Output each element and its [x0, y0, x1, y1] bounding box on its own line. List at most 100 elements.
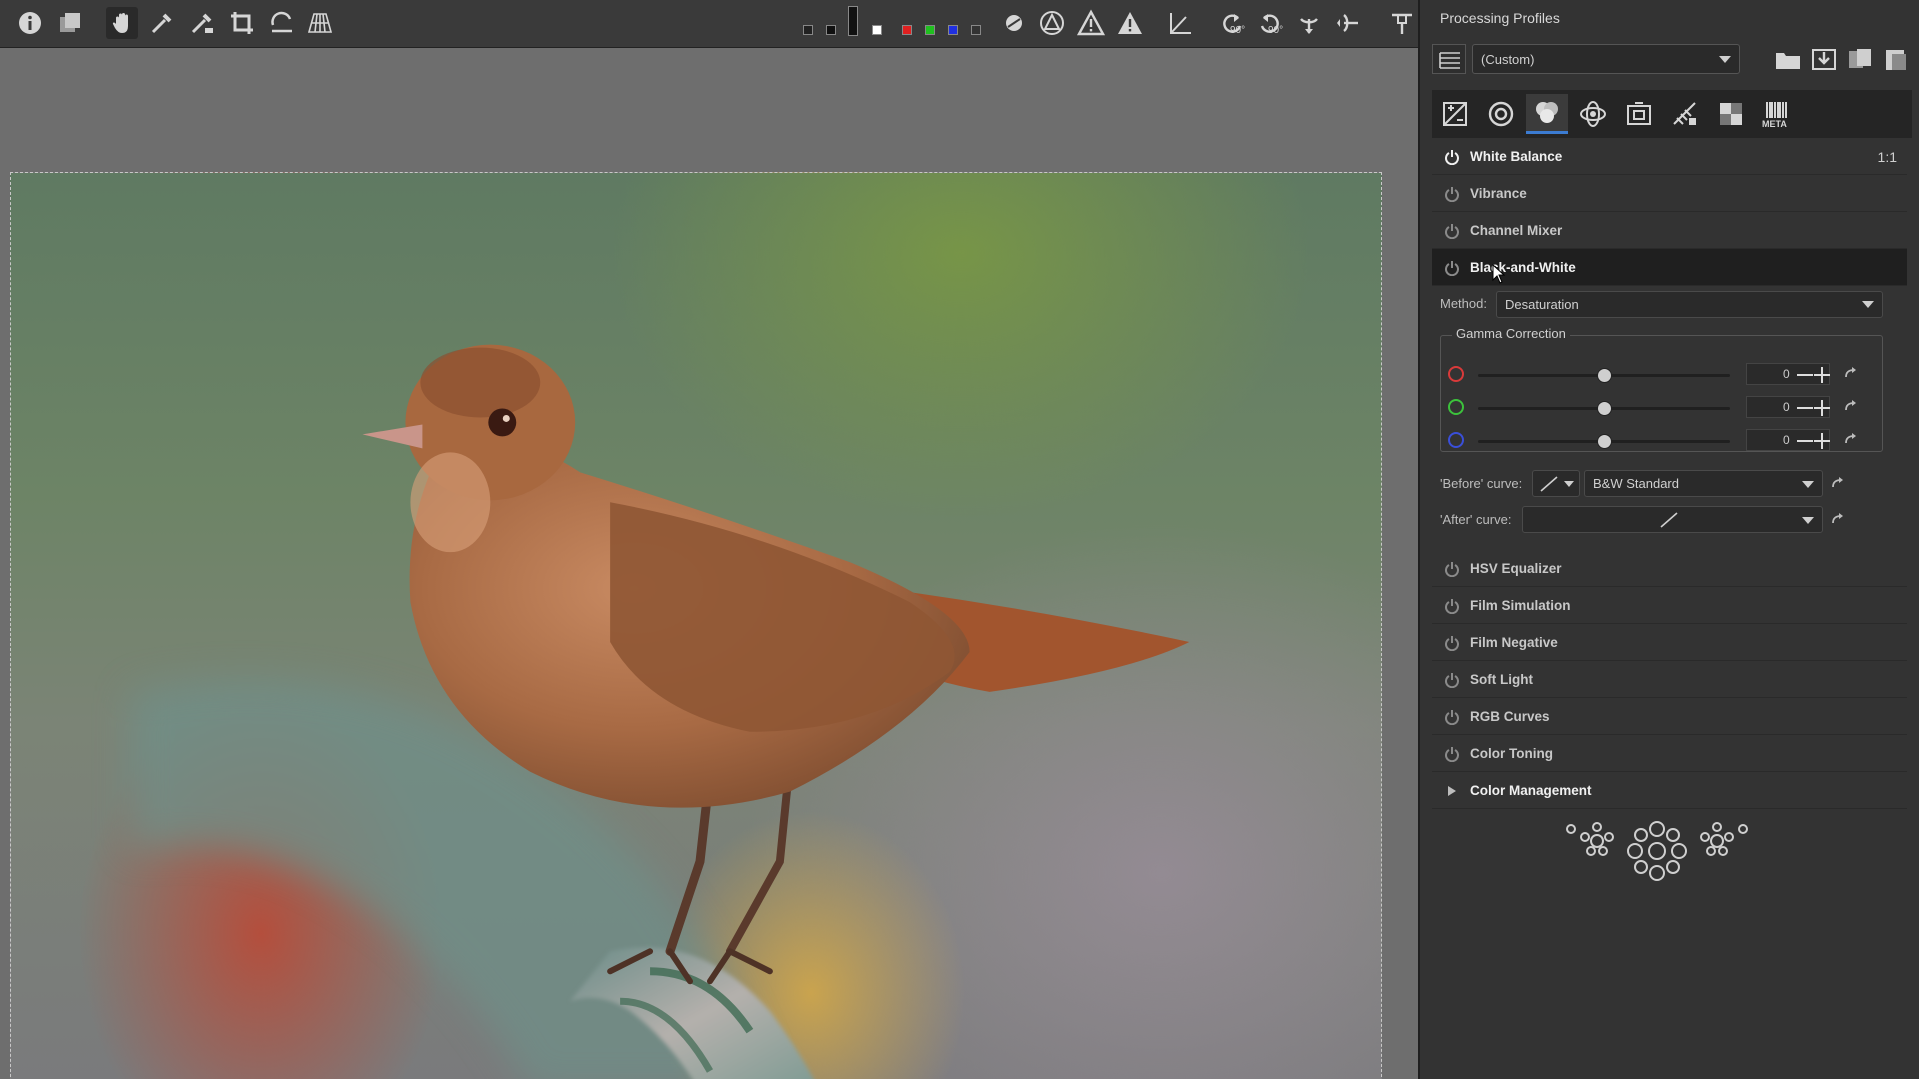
- hand-icon[interactable]: [106, 7, 138, 39]
- profile-select[interactable]: (Custom): [1472, 44, 1740, 74]
- info-icon[interactable]: [14, 7, 46, 39]
- pin-icon[interactable]: [1386, 7, 1418, 39]
- color-icon: [1536, 101, 1558, 123]
- tab-locallab[interactable]: [1710, 94, 1752, 134]
- expand-arrow-icon[interactable]: [1444, 783, 1460, 799]
- copy-profile-icon[interactable]: [1844, 44, 1876, 74]
- open-folder-icon[interactable]: [1772, 44, 1804, 74]
- flower-ornament-icon: [1566, 821, 1748, 881]
- power-icon[interactable]: [1444, 746, 1460, 762]
- gamma-red-slider[interactable]: [1478, 368, 1730, 383]
- shadow-warning-icon[interactable]: [1114, 7, 1146, 39]
- tool-rgb-curves[interactable]: RGB Curves: [1432, 698, 1907, 735]
- minus-icon[interactable]: [1797, 374, 1813, 376]
- power-icon[interactable]: [1444, 709, 1460, 725]
- reset-icon[interactable]: [1830, 511, 1846, 527]
- tool-film-simulation[interactable]: Film Simulation: [1432, 587, 1907, 624]
- power-icon[interactable]: [1444, 561, 1460, 577]
- crop-icon[interactable]: [226, 7, 258, 39]
- gamma-green-spin[interactable]: 0: [1746, 396, 1830, 418]
- tool-list: White Balance 1:1 Vibrance Channel Mixer…: [1432, 138, 1907, 809]
- minus-icon[interactable]: [1797, 440, 1813, 442]
- tool-soft-light[interactable]: Soft Light: [1432, 661, 1907, 698]
- paste-profile-icon[interactable]: [1880, 44, 1912, 74]
- slider-handle[interactable]: [1596, 401, 1612, 416]
- clip-indicator: [848, 6, 858, 36]
- color-picker-icon[interactable]: [186, 7, 218, 39]
- reset-icon[interactable]: [1843, 431, 1859, 447]
- gamma-red-spin[interactable]: 0: [1746, 363, 1830, 385]
- swatch-black[interactable]: [803, 25, 813, 35]
- tool-color-management[interactable]: Color Management: [1432, 772, 1907, 809]
- swatch-red[interactable]: [902, 25, 912, 35]
- method-select[interactable]: Desaturation: [1496, 291, 1883, 318]
- horizon-icon[interactable]: [1164, 7, 1196, 39]
- tab-color[interactable]: [1526, 94, 1568, 134]
- power-icon[interactable]: [1444, 223, 1460, 239]
- rotate-left-icon[interactable]: 90°: [1216, 7, 1248, 39]
- tool-hsv-equalizer[interactable]: HSV Equalizer: [1432, 550, 1907, 587]
- photo-preview[interactable]: [10, 172, 1382, 1079]
- swatch-none[interactable]: [971, 25, 981, 35]
- before-curve-type-button[interactable]: [1532, 470, 1580, 497]
- tab-metadata[interactable]: META: [1756, 94, 1798, 134]
- white-balance-picker-icon[interactable]: [146, 7, 178, 39]
- slider-handle[interactable]: [1596, 368, 1612, 383]
- swatch-blue[interactable]: [948, 25, 958, 35]
- after-curve-type-button[interactable]: [1522, 506, 1823, 533]
- power-icon[interactable]: [1444, 149, 1460, 165]
- profile-list-icon[interactable]: [1432, 44, 1466, 74]
- slider-handle[interactable]: [1596, 434, 1612, 449]
- linear-curve-icon: [1540, 476, 1558, 492]
- power-icon[interactable]: [1444, 672, 1460, 688]
- minus-icon[interactable]: [1797, 407, 1813, 409]
- gamma-blue-spin[interactable]: 0: [1746, 429, 1830, 451]
- rotate-right-label: 90°: [1268, 25, 1284, 36]
- flip-horizontal-icon[interactable]: [1293, 7, 1325, 39]
- zoom-label[interactable]: 1:1: [1878, 149, 1897, 165]
- tool-label: Film Negative: [1470, 635, 1558, 650]
- black-and-white-panel: Method: Desaturation Gamma Correction 0: [1432, 286, 1907, 550]
- tool-label: RGB Curves: [1470, 709, 1550, 724]
- swatch-white[interactable]: [872, 25, 882, 35]
- gamma-blue-slider[interactable]: [1478, 434, 1730, 449]
- chevron-down-icon: [1802, 517, 1814, 524]
- chevron-down-icon: [1802, 481, 1814, 488]
- focus-mask-icon[interactable]: [998, 7, 1030, 39]
- power-icon[interactable]: [1444, 635, 1460, 651]
- tool-channel-mixer[interactable]: Channel Mixer: [1432, 212, 1907, 249]
- power-icon[interactable]: [1444, 598, 1460, 614]
- before-after-icon[interactable]: [54, 7, 86, 39]
- tab-exposure[interactable]: [1434, 94, 1476, 134]
- tool-vibrance[interactable]: Vibrance: [1432, 175, 1907, 212]
- save-profile-icon[interactable]: [1808, 44, 1840, 74]
- tool-label: Black-and-White: [1470, 260, 1576, 275]
- gamma-green-slider[interactable]: [1478, 401, 1730, 416]
- perspective-icon[interactable]: [304, 7, 336, 39]
- power-icon[interactable]: [1444, 260, 1460, 276]
- swatch-luminance[interactable]: [826, 25, 836, 35]
- swatch-green[interactable]: [925, 25, 935, 35]
- straighten-icon[interactable]: [266, 7, 298, 39]
- highlight-warning-icon[interactable]: [1075, 7, 1107, 39]
- tool-label: Channel Mixer: [1470, 223, 1563, 238]
- reset-icon[interactable]: [1830, 475, 1846, 491]
- power-icon[interactable]: [1444, 186, 1460, 202]
- flip-vertical-icon[interactable]: [1332, 7, 1364, 39]
- shadow-clip-icon[interactable]: [1036, 7, 1068, 39]
- gamma-green-value: 0: [1783, 400, 1790, 414]
- gamma-blue-value: 0: [1783, 433, 1790, 447]
- tool-color-toning[interactable]: Color Toning: [1432, 735, 1907, 772]
- tool-film-negative[interactable]: Film Negative: [1432, 624, 1907, 661]
- tool-black-and-white[interactable]: Black-and-White: [1432, 249, 1907, 286]
- before-curve-select[interactable]: B&W Standard: [1584, 470, 1823, 497]
- tab-detail[interactable]: [1480, 94, 1522, 134]
- reset-icon[interactable]: [1843, 365, 1859, 381]
- tool-white-balance[interactable]: White Balance 1:1: [1432, 138, 1907, 175]
- image-canvas[interactable]: [0, 48, 1418, 1079]
- tab-advanced[interactable]: [1572, 94, 1614, 134]
- rotate-right-icon[interactable]: 90°: [1254, 7, 1286, 39]
- reset-icon[interactable]: [1843, 398, 1859, 414]
- tab-raw[interactable]: [1664, 94, 1706, 134]
- tab-transform[interactable]: [1618, 94, 1660, 134]
